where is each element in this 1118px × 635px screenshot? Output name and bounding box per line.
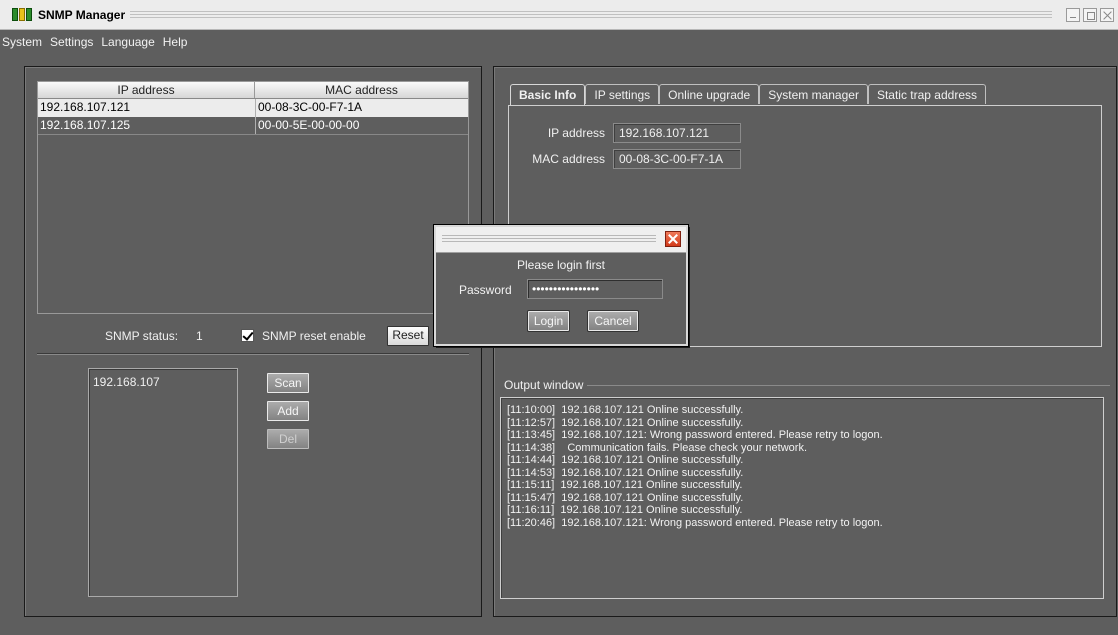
reset-button[interactable]: Reset <box>387 326 429 346</box>
ip-range-item[interactable]: 192.168.107 <box>93 375 160 389</box>
dialog-title-grip <box>442 235 656 244</box>
ip-address-field[interactable]: 192.168.107.121 <box>613 123 741 143</box>
log-line: [11:20:46] 192.168.107.121: Wrong passwo… <box>507 516 883 529</box>
tab-bar: Basic Info IP settings Online upgrade Sy… <box>510 84 986 106</box>
title-bar: SNMP Manager <box>0 0 1118 30</box>
tab-system-manager[interactable]: System manager <box>759 84 868 104</box>
row-ip: 192.168.107.125 <box>40 118 131 132</box>
snmp-reset-enable-checkbox[interactable] <box>241 329 254 342</box>
menu-system[interactable]: System <box>0 33 46 53</box>
ip-range-list[interactable]: 192.168.107 <box>88 368 238 597</box>
dialog-title-bar[interactable] <box>436 227 686 253</box>
table-header: IP address MAC address <box>38 82 468 99</box>
snmp-status-value: 1 <box>196 329 203 343</box>
log-line: [11:14:38] Communication fails. Please c… <box>507 441 807 454</box>
cancel-button[interactable]: Cancel <box>588 311 638 331</box>
tab-ip-settings[interactable]: IP settings <box>585 84 660 104</box>
del-button[interactable]: Del <box>267 429 309 449</box>
table-row[interactable]: 192.168.107.125 00-00-5E-00-00-00 <box>38 117 468 135</box>
snmp-status-label: SNMP status: <box>105 329 179 343</box>
log-list: [11:10:00] 192.168.107.121 Online succes… <box>507 404 883 529</box>
log-line: [11:10:00] 192.168.107.121 Online succes… <box>507 404 744 416</box>
tab-static-trap-address[interactable]: Static trap address <box>867 84 986 104</box>
maximize-button[interactable] <box>1083 8 1097 22</box>
ip-address-label: IP address <box>547 126 605 140</box>
output-window[interactable]: [11:10:00] 192.168.107.121 Online succes… <box>500 397 1104 599</box>
log-line: [11:16:11] 192.168.107.121 Online succes… <box>507 504 743 516</box>
device-panel: IP address MAC address 192.168.107.121 0… <box>24 66 482 617</box>
log-line: [11:14:44] 192.168.107.121 Online succes… <box>507 454 744 466</box>
log-line: [11:12:57] 192.168.107.121 Online succes… <box>507 416 744 429</box>
log-line: [11:15:11] 192.168.107.121 Online succes… <box>507 479 743 491</box>
window-title: SNMP Manager <box>38 8 126 22</box>
close-icon[interactable] <box>665 231 681 247</box>
snmp-reset-enable-label[interactable]: SNMP reset enable <box>262 329 366 343</box>
log-line: [11:15:47] 192.168.107.121 Online succes… <box>507 491 744 504</box>
table-row[interactable]: 192.168.107.121 00-08-3C-00-F7-1A <box>38 99 468 117</box>
output-window-label: Output window <box>504 378 588 392</box>
menu-bar: System Settings Language Help <box>0 33 191 53</box>
app-icon <box>12 8 34 21</box>
output-divider <box>574 385 1110 386</box>
device-table: IP address MAC address 192.168.107.121 0… <box>37 81 469 314</box>
password-label: Password <box>459 283 512 297</box>
row-mac: 00-00-5E-00-00-00 <box>255 117 468 134</box>
add-button[interactable]: Add <box>267 401 309 421</box>
log-line: [11:13:45] 192.168.107.121: Wrong passwo… <box>507 429 883 441</box>
login-dialog: Please login first Password Login Cancel <box>433 224 689 347</box>
close-window-button[interactable] <box>1100 8 1114 22</box>
divider <box>37 353 469 355</box>
minimize-button[interactable] <box>1066 8 1080 22</box>
row-mac: 00-08-3C-00-F7-1A <box>255 99 468 117</box>
column-header-mac[interactable]: MAC address <box>255 82 468 98</box>
menu-help[interactable]: Help <box>159 33 192 53</box>
title-bar-grip[interactable] <box>130 11 1052 20</box>
tab-online-upgrade[interactable]: Online upgrade <box>659 84 760 104</box>
tab-basic-info[interactable]: Basic Info <box>510 84 586 106</box>
mac-address-field[interactable]: 00-08-3C-00-F7-1A <box>613 149 741 169</box>
menu-language[interactable]: Language <box>97 33 158 53</box>
mac-address-label: MAC address <box>532 152 605 166</box>
scan-button[interactable]: Scan <box>267 373 309 393</box>
menu-settings[interactable]: Settings <box>46 33 97 53</box>
column-header-ip[interactable]: IP address <box>38 82 255 98</box>
log-line: [11:14:53] 192.168.107.121 Online succes… <box>507 466 744 479</box>
login-message: Please login first <box>516 258 606 272</box>
password-field[interactable] <box>527 279 663 299</box>
login-button[interactable]: Login <box>528 311 569 331</box>
row-ip: 192.168.107.121 <box>40 100 131 114</box>
